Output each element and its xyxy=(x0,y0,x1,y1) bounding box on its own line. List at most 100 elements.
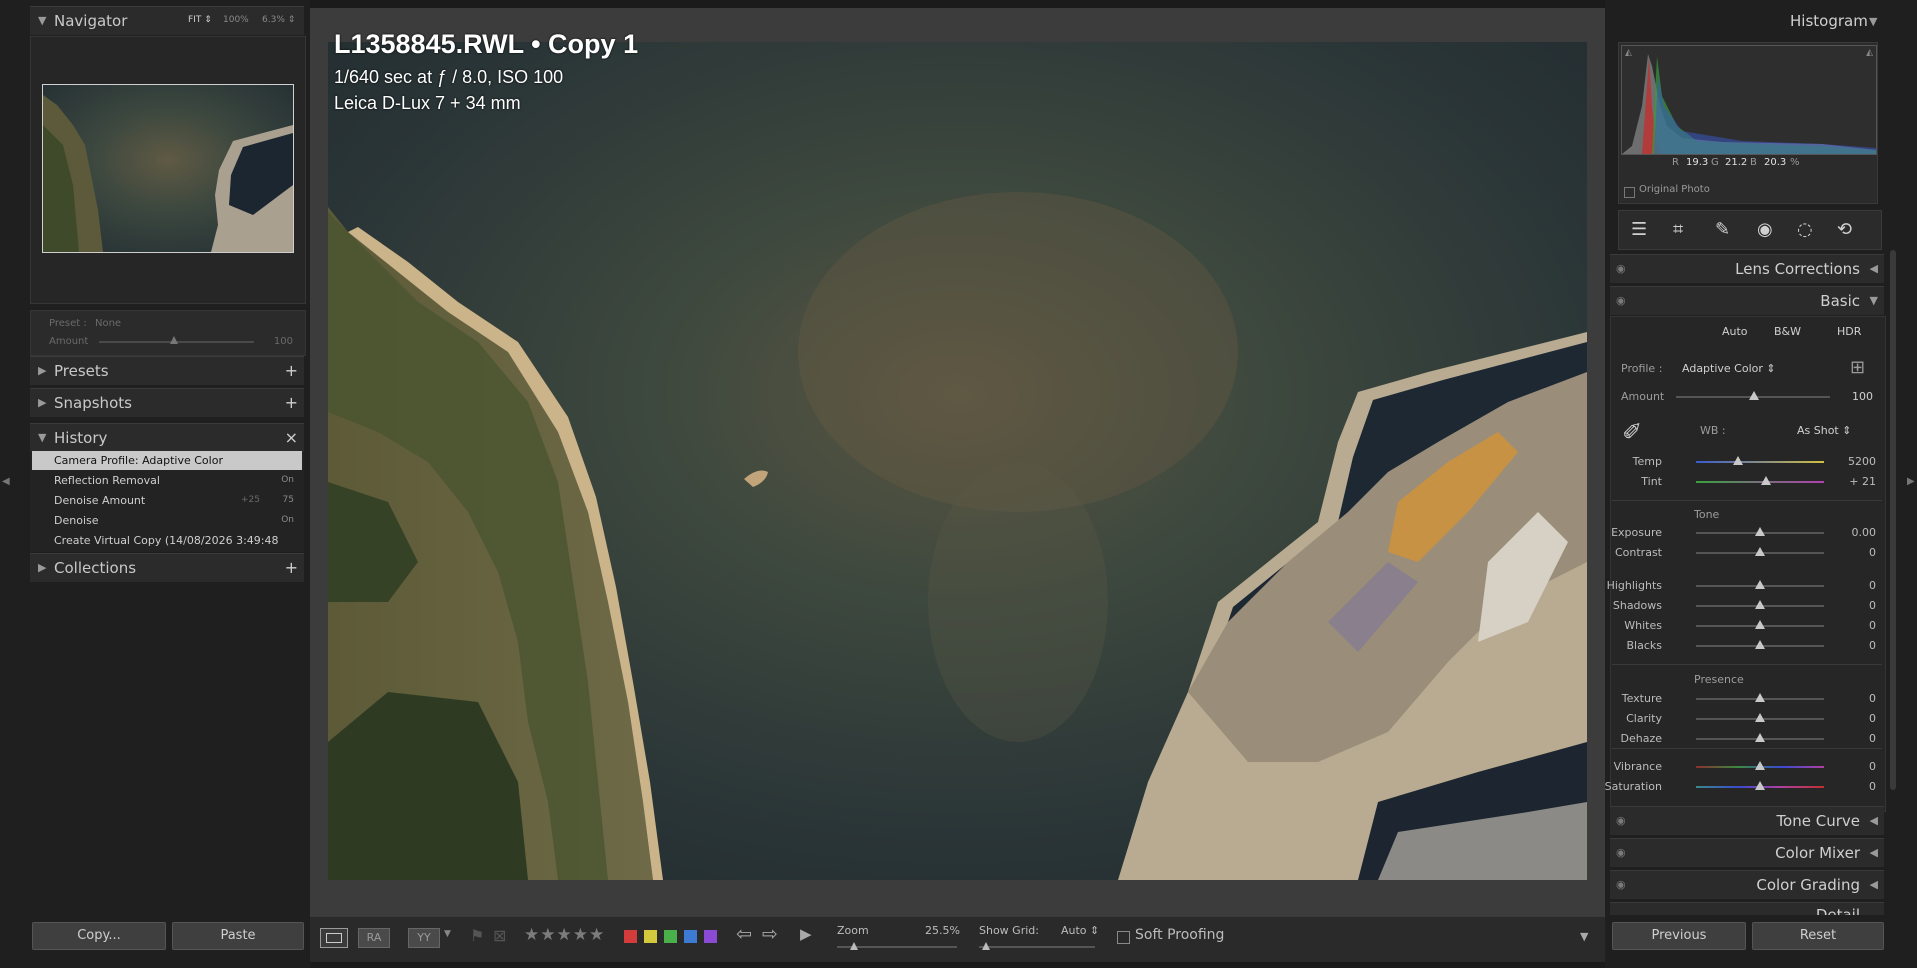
grid-slider[interactable] xyxy=(979,946,1095,948)
reset-button[interactable]: Reset xyxy=(1752,922,1884,950)
original-photo-checkbox[interactable] xyxy=(1624,187,1635,198)
snapshots-header[interactable]: ▶ Snapshots + xyxy=(30,388,304,417)
wb-eyedropper-icon[interactable]: ✐ xyxy=(1622,418,1642,446)
slider-knob[interactable] xyxy=(1755,600,1765,609)
history-item[interactable]: Camera Profile: Adaptive Color xyxy=(32,451,302,470)
zoom-100[interactable]: 100% xyxy=(223,15,249,25)
zoom-slider-knob[interactable] xyxy=(850,942,858,950)
slider-knob[interactable] xyxy=(1755,640,1765,649)
previous-button[interactable]: Previous xyxy=(1612,922,1746,950)
slider-value[interactable]: 0.00 xyxy=(1852,526,1877,539)
slider-value[interactable]: 0 xyxy=(1869,546,1876,559)
profile-select[interactable]: Adaptive Color ⇕ xyxy=(1682,362,1776,375)
left-panel-toggle-icon[interactable]: ◀ xyxy=(2,476,10,488)
mask-icon[interactable]: ◌ xyxy=(1797,219,1813,240)
flag-pick-icon[interactable]: ⚑ xyxy=(470,926,484,945)
slider-knob[interactable] xyxy=(1761,476,1772,485)
auto-button[interactable]: Auto xyxy=(1722,325,1748,338)
loupe-view-icon[interactable] xyxy=(320,928,348,948)
shadow-clipping-icon[interactable]: ◭ xyxy=(1625,48,1632,58)
flag-reject-icon[interactable]: ⊠ xyxy=(493,926,506,945)
slider-exposure[interactable]: Exposure 0.00 xyxy=(1611,524,1884,542)
bw-button[interactable]: B&W xyxy=(1774,325,1801,338)
slider-value[interactable]: 0 xyxy=(1869,692,1876,705)
visibility-eye-icon[interactable]: ◉ xyxy=(1616,294,1626,307)
history-header[interactable]: ▼ History × xyxy=(30,423,304,452)
slider-knob[interactable] xyxy=(1755,781,1765,790)
slider-value[interactable]: + 21 xyxy=(1849,475,1876,488)
copy-settings-button[interactable]: Copy... xyxy=(32,922,166,950)
star-rating[interactable]: ★★★★★ xyxy=(524,925,605,945)
add-collection-icon[interactable]: + xyxy=(285,558,298,577)
slider-value[interactable]: 0 xyxy=(1869,732,1876,745)
lens-corrections-header[interactable]: ◉ Lens Corrections ◀ xyxy=(1610,254,1884,283)
color-label-purple[interactable] xyxy=(704,930,717,943)
slider-blacks[interactable]: Blacks 0 xyxy=(1612,637,1884,655)
collections-header[interactable]: ▶ Collections + xyxy=(30,553,304,582)
slider-value[interactable]: 0 xyxy=(1869,780,1876,793)
slider-shadows[interactable]: Shadows 0 xyxy=(1612,597,1884,615)
color-label-green[interactable] xyxy=(664,930,677,943)
slider-knob[interactable] xyxy=(1755,620,1765,629)
navigator-thumbnail[interactable] xyxy=(42,84,294,253)
visibility-eye-icon[interactable]: ◉ xyxy=(1616,878,1626,891)
zoom-custom[interactable]: 6.3% ⇕ xyxy=(262,15,295,25)
detail-header[interactable]: Detail xyxy=(1610,902,1884,915)
slider-highlights[interactable]: Highlights 0 xyxy=(1607,577,1884,595)
slider-value[interactable]: 5200 xyxy=(1848,455,1876,468)
slider-knob[interactable] xyxy=(1733,456,1744,465)
slider-contrast[interactable]: Contrast 0 xyxy=(1612,544,1884,562)
slider-knob[interactable] xyxy=(1755,733,1765,742)
slider-value[interactable]: 0 xyxy=(1869,712,1876,725)
right-panel-toggle-icon[interactable]: ▶ xyxy=(1907,476,1915,488)
slider-value[interactable]: 0 xyxy=(1869,760,1876,773)
color-label-yellow[interactable] xyxy=(644,930,657,943)
next-photo-icon[interactable]: ⇨ xyxy=(762,923,778,945)
crop-icon[interactable]: ⌗ xyxy=(1673,219,1683,240)
basic-header[interactable]: ◉ Basic ▼ xyxy=(1610,286,1884,315)
slider-knob[interactable] xyxy=(1755,761,1765,770)
compare-view-icon[interactable]: RA xyxy=(358,928,390,948)
navigator-header[interactable]: ▼ Navigator FIT ⇕ 100% 6.3% ⇕ xyxy=(30,6,304,35)
color-label-blue[interactable] xyxy=(684,930,697,943)
preset-cycle-icon[interactable]: ⟲ xyxy=(1837,219,1852,240)
history-item[interactable]: Reflection Removal On xyxy=(32,471,302,490)
red-eye-icon[interactable]: ◉ xyxy=(1757,219,1773,240)
slider-value[interactable]: 0 xyxy=(1869,639,1876,652)
soft-proofing-checkbox[interactable] xyxy=(1117,931,1130,944)
color-grading-header[interactable]: ◉ Color Grading ◀ xyxy=(1610,870,1884,899)
slider-knob[interactable] xyxy=(1755,713,1765,722)
hdr-button[interactable]: HDR xyxy=(1837,325,1861,338)
history-item[interactable]: Denoise Amount +25 75 xyxy=(32,491,302,510)
zoom-fit[interactable]: FIT ⇕ xyxy=(188,15,212,25)
collapse-triangle-icon[interactable]: ▼ xyxy=(1869,15,1877,28)
clear-history-icon[interactable]: × xyxy=(285,428,298,447)
wb-select[interactable]: As Shot ⇕ xyxy=(1797,424,1851,437)
slider-track[interactable] xyxy=(1696,481,1824,483)
slider-knob[interactable] xyxy=(1755,580,1765,589)
edit-sliders-icon[interactable]: ☰ xyxy=(1631,219,1647,240)
slider-texture[interactable]: Texture 0 xyxy=(1612,690,1884,708)
view-dropdown-icon[interactable]: ▼ xyxy=(444,929,451,939)
history-item[interactable]: Create Virtual Copy (14/08/2026 3:49:48 … xyxy=(32,531,302,566)
slider-saturation[interactable]: Saturation 0 xyxy=(1605,778,1884,796)
slider-track[interactable] xyxy=(1696,461,1824,463)
visibility-eye-icon[interactable]: ◉ xyxy=(1616,846,1626,859)
slider-whites[interactable]: Whites 0 xyxy=(1612,617,1884,635)
slider-clarity[interactable]: Clarity 0 xyxy=(1612,710,1884,728)
highlight-clipping-icon[interactable]: ◭ xyxy=(1866,48,1873,58)
color-mixer-header[interactable]: ◉ Color Mixer ◀ xyxy=(1610,838,1884,867)
previous-photo-icon[interactable]: ⇦ xyxy=(736,923,752,945)
slider-knob[interactable] xyxy=(1755,693,1765,702)
add-snapshot-icon[interactable]: + xyxy=(285,393,298,412)
profile-browser-icon[interactable]: ⊞ xyxy=(1850,357,1865,378)
slider-value[interactable]: 0 xyxy=(1869,579,1876,592)
show-grid-select[interactable]: Auto ⇕ xyxy=(1061,924,1099,937)
slider-tint[interactable]: Tint + 21 xyxy=(1612,473,1884,491)
slider-value[interactable]: 0 xyxy=(1869,599,1876,612)
add-preset-icon[interactable]: + xyxy=(285,361,298,380)
toolbar-menu-icon[interactable]: ▼ xyxy=(1580,930,1588,943)
presets-header[interactable]: ▶ Presets + xyxy=(30,356,304,385)
visibility-eye-icon[interactable]: ◉ xyxy=(1616,814,1626,827)
photo[interactable] xyxy=(328,42,1587,880)
